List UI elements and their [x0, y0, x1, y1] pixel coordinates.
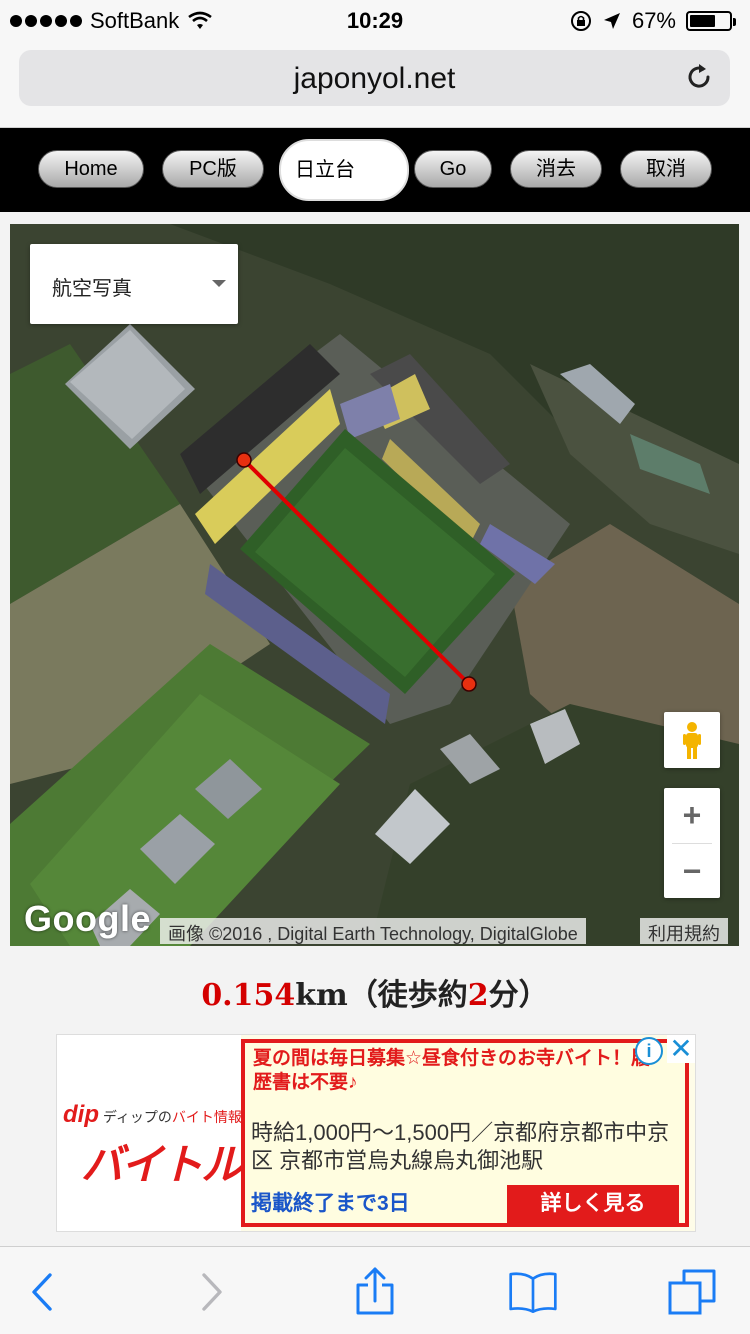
dip-tagline-accent: バイト情報 — [171, 1109, 242, 1125]
location-arrow-icon — [603, 13, 620, 29]
status-right-group: 67% — [570, 8, 736, 34]
share-icon[interactable] — [350, 1267, 400, 1317]
zoom-out-button[interactable]: − — [664, 844, 720, 898]
app-toolbar: Home PC版 日立台 Go 消去 取消 — [0, 128, 750, 212]
home-button[interactable]: Home — [38, 150, 144, 188]
back-icon[interactable] — [18, 1267, 68, 1317]
ad-close-icon[interactable]: ✕ — [667, 1035, 695, 1063]
pc-version-button[interactable]: PC版 — [162, 150, 264, 188]
dip-tagline: ディップの — [102, 1109, 172, 1125]
map-attribution: 画像 ©2016 , Digital Earth Technology, Dig… — [160, 918, 586, 944]
pegman-icon — [683, 722, 701, 759]
zoom-control: + − — [664, 788, 720, 898]
terms-link[interactable]: 利用規約 — [640, 918, 728, 944]
walk-minutes: 2 — [467, 978, 489, 1013]
safari-bottom-toolbar — [0, 1246, 750, 1334]
satellite-imagery — [10, 224, 739, 946]
battery-percent: 67% — [631, 8, 676, 33]
browser-chrome: japonyol.net — [0, 42, 750, 128]
ad-banner[interactable]: dip ディップのバイト情報 バイトル 夏の間は毎日募集☆昼食付きのお寺バイト！… — [56, 1034, 696, 1232]
dip-wordmark: dip — [63, 1101, 99, 1128]
street-view-pegman-icon[interactable] — [664, 712, 720, 768]
ad-headline[interactable]: 夏の間は毎日募集☆昼食付きのお寺バイト！履歴書は不要♪ — [253, 1047, 653, 1095]
go-button[interactable]: Go — [414, 150, 492, 188]
tabs-icon[interactable] — [668, 1267, 718, 1317]
bookmarks-icon[interactable] — [508, 1267, 558, 1317]
ad-brand-panel: dip ディップのバイト情報 バイトル — [57, 1035, 243, 1231]
status-bar: SoftBank 10:29 67% — [0, 0, 750, 42]
ad-content[interactable]: 夏の間は毎日募集☆昼食付きのお寺バイト！履歴書は不要♪ 時給1,000円〜1,5… — [241, 1039, 689, 1227]
forward-icon[interactable] — [186, 1267, 236, 1317]
distance-suffix: 分） — [488, 978, 549, 1013]
place-search-input[interactable]: 日立台 — [279, 139, 409, 201]
chevron-down-icon — [212, 280, 226, 287]
address-bar[interactable]: japonyol.net — [19, 50, 730, 106]
reload-icon[interactable] — [684, 62, 714, 92]
ad-expiry: 掲載終了まで3日 — [251, 1192, 410, 1215]
map-type-label: 航空写真 — [52, 278, 132, 300]
dip-logo: dip ディップのバイト情報 — [63, 1101, 242, 1129]
map-view[interactable]: 航空写真 + − Google 画像 ©2016 , Digital Earth… — [10, 224, 739, 946]
ad-info-icon[interactable]: i — [635, 1037, 663, 1065]
zoom-in-button[interactable]: + — [664, 788, 720, 842]
url-text[interactable]: japonyol.net — [19, 62, 730, 96]
distance-unit: km（徒歩約 — [295, 978, 468, 1013]
delete-button[interactable]: 消去 — [510, 150, 602, 188]
distance-readout: 0.154km（徒歩約2分） — [0, 970, 750, 1014]
cancel-button[interactable]: 取消 — [620, 150, 712, 188]
ad-body: 時給1,000円〜1,500円／京都府京都市中京区 京都市営烏丸線烏丸御池駅 — [251, 1120, 670, 1173]
google-logo: Google — [24, 898, 151, 939]
ad-details-button[interactable]: 詳しく見る — [507, 1185, 679, 1223]
baitoru-logo: バイトル — [81, 1141, 243, 1188]
battery-icon — [686, 11, 736, 31]
distance-value: 0.154 — [201, 978, 296, 1013]
rotation-lock-icon — [570, 11, 591, 31]
map-type-select[interactable]: 航空写真 — [30, 244, 238, 324]
